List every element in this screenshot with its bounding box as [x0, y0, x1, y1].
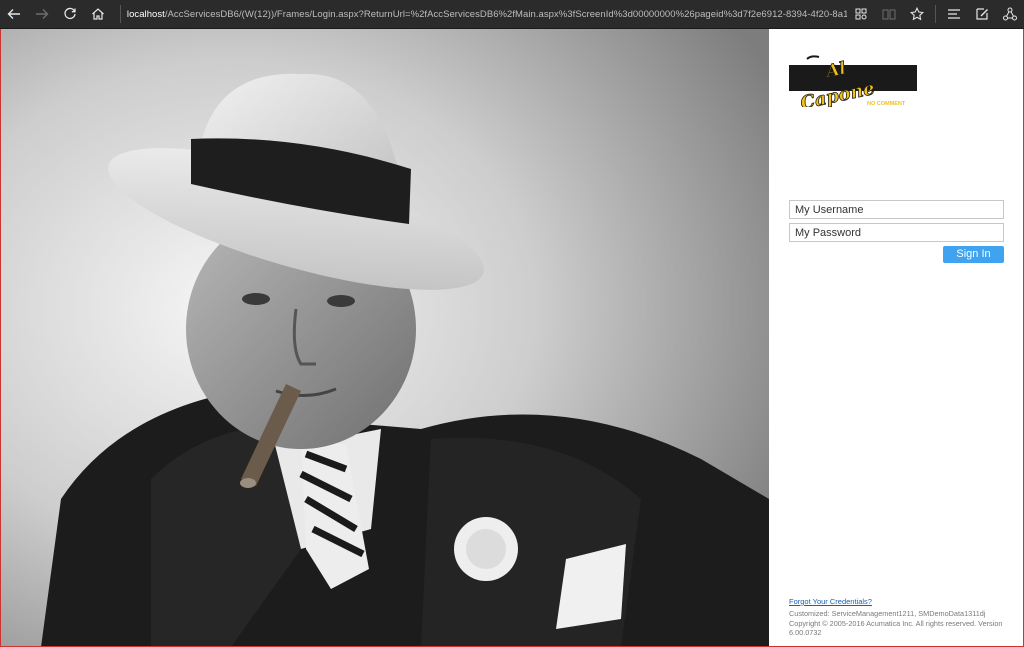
hub-icon[interactable]: [940, 0, 968, 28]
web-note-icon[interactable]: [968, 0, 996, 28]
forgot-credentials-link[interactable]: Forgot Your Credentials?: [789, 597, 872, 606]
favorite-star-icon[interactable]: [903, 0, 931, 28]
url-path: /AccServicesDB6/(W(12))/Frames/Login.asp…: [164, 8, 847, 20]
home-icon[interactable]: [84, 0, 112, 28]
sign-in-button[interactable]: Sign In: [943, 246, 1004, 263]
extension-icon[interactable]: [847, 0, 875, 28]
background-portrait-image: [1, 29, 769, 646]
copyright-info: Copyright © 2005-2016 Acumatica Inc. All…: [789, 618, 1003, 638]
toolbar-separator: [935, 5, 936, 23]
back-icon[interactable]: [0, 0, 28, 28]
address-separator: [120, 5, 121, 23]
browser-toolbar: localhost/AccServicesDB6/(W(12))/Frames/…: [0, 0, 1024, 29]
password-field[interactable]: [789, 223, 1004, 242]
address-bar[interactable]: localhost/AccServicesDB6/(W(12))/Frames/…: [127, 9, 847, 20]
username-field[interactable]: [789, 200, 1004, 219]
portrait-illustration: [1, 29, 769, 646]
refresh-icon[interactable]: [56, 0, 84, 28]
footer-text: Customized: ServiceManagement1211, SMDem…: [789, 609, 1004, 638]
logo-tagline: NO COMMENT: [867, 101, 906, 107]
reading-view-icon[interactable]: [875, 0, 903, 28]
company-logo: Al Capone NO COMMENT: [789, 55, 917, 107]
forward-icon[interactable]: [28, 0, 56, 28]
share-icon[interactable]: [996, 0, 1024, 28]
browser-right-tools: [847, 0, 1024, 29]
url-host: localhost: [126, 8, 165, 20]
login-panel: Al Capone NO COMMENT Sign In Forgot Your…: [769, 29, 1023, 646]
login-page: Al Capone NO COMMENT Sign In Forgot Your…: [0, 29, 1024, 647]
customized-info: Customized: ServiceManagement1211, SMDem…: [789, 609, 986, 618]
